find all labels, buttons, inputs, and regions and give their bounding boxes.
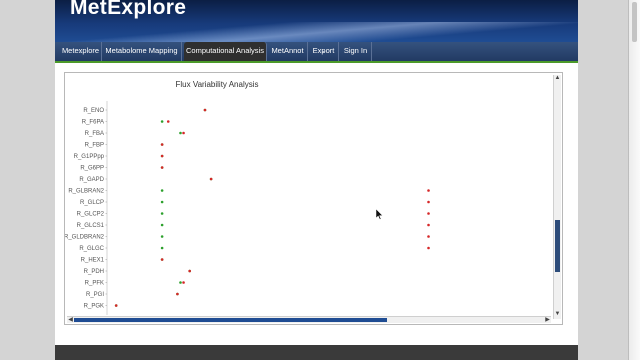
y-tick-label: R_PGK [84,304,104,310]
max-flux-point [160,258,164,261]
fva-chart: Flux Variability Analysis R_ENO R_F6PA R_F… [65,80,430,315]
nav-metexplore[interactable]: Metexplore ▾ [60,42,102,61]
fva-chart-panel: Flux Variability Analysis R_ENO R_F6PA R_F… [64,72,563,325]
vertical-scroll-thumb[interactable] [555,220,560,272]
max-flux-point [176,292,179,296]
max-flux-point [160,154,164,158]
y-tick-label: R_GAPD [79,177,104,183]
max-flux-point [166,120,170,123]
chart-title: Flux Variability Analysis [176,80,259,89]
max-flux-point [427,200,430,204]
min-flux-point [160,223,164,227]
dropdown-indicator-icon: ▾ [322,49,325,54]
max-flux-point [182,131,185,135]
y-tick-label: R_PFK [85,281,104,287]
max-flux-point [160,143,164,146]
min-flux-point [160,212,164,215]
max-flux-point [427,189,430,192]
min-flux-point [160,235,164,238]
triangle-left-icon[interactable]: ◀ [67,317,74,323]
max-flux-point [427,223,430,227]
horizontal-scroll-thumb[interactable] [74,318,387,322]
max-flux-point [427,235,430,238]
y-tick-label: R_GLCP [80,200,104,206]
nav-label: MetAnnot [271,46,304,55]
nav-label: Computational Analysis [186,46,264,55]
y-tick-label: R_ENO [83,108,104,114]
y-tick-label: R_PGI [86,292,104,298]
y-tick-label: R_GLCP2 [77,212,105,218]
min-flux-point [179,131,182,135]
window-scrollbar-thumb[interactable] [632,2,637,42]
max-flux-point [427,246,430,250]
y-tick-label: R_HEX1 [81,258,105,264]
window-scrollbar[interactable] [628,0,640,360]
max-flux-point [114,304,118,307]
max-flux-point [188,269,191,273]
footer-bar [55,345,578,360]
triangle-right-icon[interactable]: ▶ [544,317,551,323]
dropdown-indicator-icon: ▾ [79,49,82,54]
banner-wave-decoration [55,22,578,42]
nav-metabolome-mapping[interactable]: Metabolome Mapping [102,42,182,61]
max-flux-point [427,212,430,215]
nav-sign-in[interactable]: Sign In [340,42,372,61]
min-flux-point [160,120,164,123]
header-banner: MetExplore [55,0,578,42]
y-tick-label: R_FBP [85,143,104,149]
y-tick-label: R_FBA [85,131,104,137]
horizontal-scrollbar[interactable]: ◀ ▶ [67,316,551,323]
y-tick-label: R_G1PPpp [74,154,105,160]
max-flux-point [209,177,213,181]
max-flux-point [182,281,185,284]
app-window: MetExplore Metexplore ▾ Metabolome Mappi… [55,0,578,360]
y-tick-label: R_GLDBRAN2 [65,235,105,241]
nav-label: Metabolome Mapping [105,46,178,55]
nav-computational-analysis[interactable]: Computational Analysis [184,42,267,61]
max-flux-point [203,108,207,112]
y-tick-label: R_G6PP [80,166,104,172]
nav-label: Sign In [343,46,368,55]
y-tick-labels: R_ENO R_F6PA R_FBA R_FBP R_G1PPpp R_G6PP R_GAP… [65,108,107,310]
triangle-up-icon[interactable]: ▲ [554,75,561,82]
y-tick-label: R_GLBRAN2 [68,189,104,195]
triangle-down-icon[interactable]: ▼ [554,311,561,318]
min-flux-point [160,200,164,204]
main-nav: Metexplore ▾ Metabolome Mapping Computat… [55,42,578,63]
min-flux-point [160,189,164,192]
max-flux-point [160,166,164,169]
y-tick-label: R_GLCS1 [77,223,105,229]
min-flux-point [179,281,182,284]
y-tick-label: R_PDH [84,269,104,275]
nav-export[interactable]: Export ▾ [309,42,339,61]
y-tick-label: R_GLGC [79,246,104,252]
min-flux-point [160,246,164,250]
vertical-scrollbar[interactable]: ▲ ▼ [553,75,561,319]
y-tick-label: R_F6PA [82,120,104,126]
brand-logo-text: MetExplore [70,0,187,19]
arrow-cursor-icon [376,209,383,220]
nav-metannot[interactable]: MetAnnot [268,42,308,61]
